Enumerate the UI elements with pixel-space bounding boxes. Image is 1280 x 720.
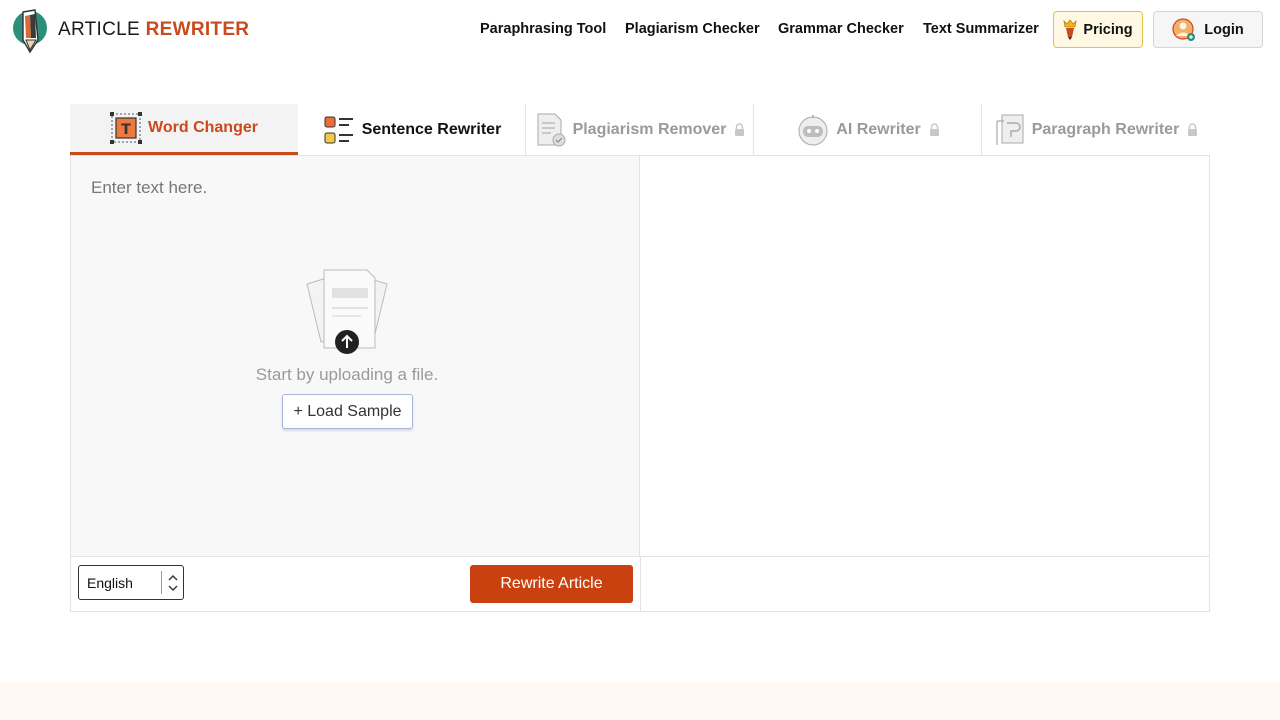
brand-wordmark: ARTICLE REWRITER [58,19,249,41]
nav-plagiarism-checker[interactable]: Plagiarism Checker [625,21,760,37]
updown-chevron-icon [161,571,183,594]
svg-text:T: T [121,122,131,138]
load-sample-button[interactable]: + Load Sample [282,394,413,429]
document-icon [537,113,566,146]
tab-ai-rewriter-label: AI Rewriter [836,120,921,138]
rewrite-article-button[interactable]: Rewrite Article [470,565,633,603]
language-value: English [87,574,133,591]
pricing-label: Pricing [1083,21,1133,38]
input-panel: Start by uploading a file. + Load Sample [71,156,640,556]
upload-caption: Start by uploading a file. [255,365,439,384]
nav-text-summarizer[interactable]: Text Summarizer [923,21,1039,37]
pen-logo-icon [13,9,47,54]
tab-word-changer-label: Word Changer [148,119,258,136]
nav-grammar-checker[interactable]: Grammar Checker [778,21,904,37]
nav-paraphrasing-tool[interactable]: Paraphrasing Tool [480,21,606,37]
paragraph-icon [996,114,1024,145]
footer-band [0,682,1280,720]
tab-sentence-rewriter[interactable]: Sentence Rewriter [298,104,526,155]
brand-name-part2: REWRITER [145,19,250,40]
list-icon [324,116,353,143]
lock-icon [929,123,939,136]
bar-divider [640,557,641,612]
login-button[interactable]: Login [1153,11,1263,48]
lock-icon [1188,123,1198,136]
tab-ai-rewriter[interactable]: AI Rewriter [754,104,982,155]
lock-icon [735,123,745,136]
login-label: Login [1204,21,1244,38]
tab-plagiarism-remover[interactable]: Plagiarism Remover [526,104,754,155]
robot-icon [798,114,828,145]
crown-pencil-icon [1063,18,1078,40]
language-select[interactable]: English [78,565,184,600]
pricing-button[interactable]: Pricing [1053,11,1143,48]
tab-paragraph-rewriter[interactable]: Paragraph Rewriter [982,104,1210,155]
header: ARTICLE REWRITER Paraphrasing Tool Plagi… [0,0,1280,60]
tab-paragraph-rewriter-label: Paragraph Rewriter [1031,120,1180,138]
tab-word-changer[interactable]: T Word Changer [70,104,298,155]
action-bar: English Rewrite Article [71,556,1209,612]
tab-plagiarism-remover-label: Plagiarism Remover [572,120,727,138]
brand-name-part1: ARTICLE [58,19,140,40]
tab-sentence-rewriter-label: Sentence Rewriter [361,120,502,138]
upload-file-icon [306,269,388,354]
brand-logo[interactable]: ARTICLE REWRITER [12,6,249,54]
user-avatar-icon [1172,17,1196,41]
text-t-icon: T [110,112,143,144]
output-panel [640,156,1209,556]
rewriter-workspace: Start by uploading a file. + Load Sample… [70,155,1210,612]
